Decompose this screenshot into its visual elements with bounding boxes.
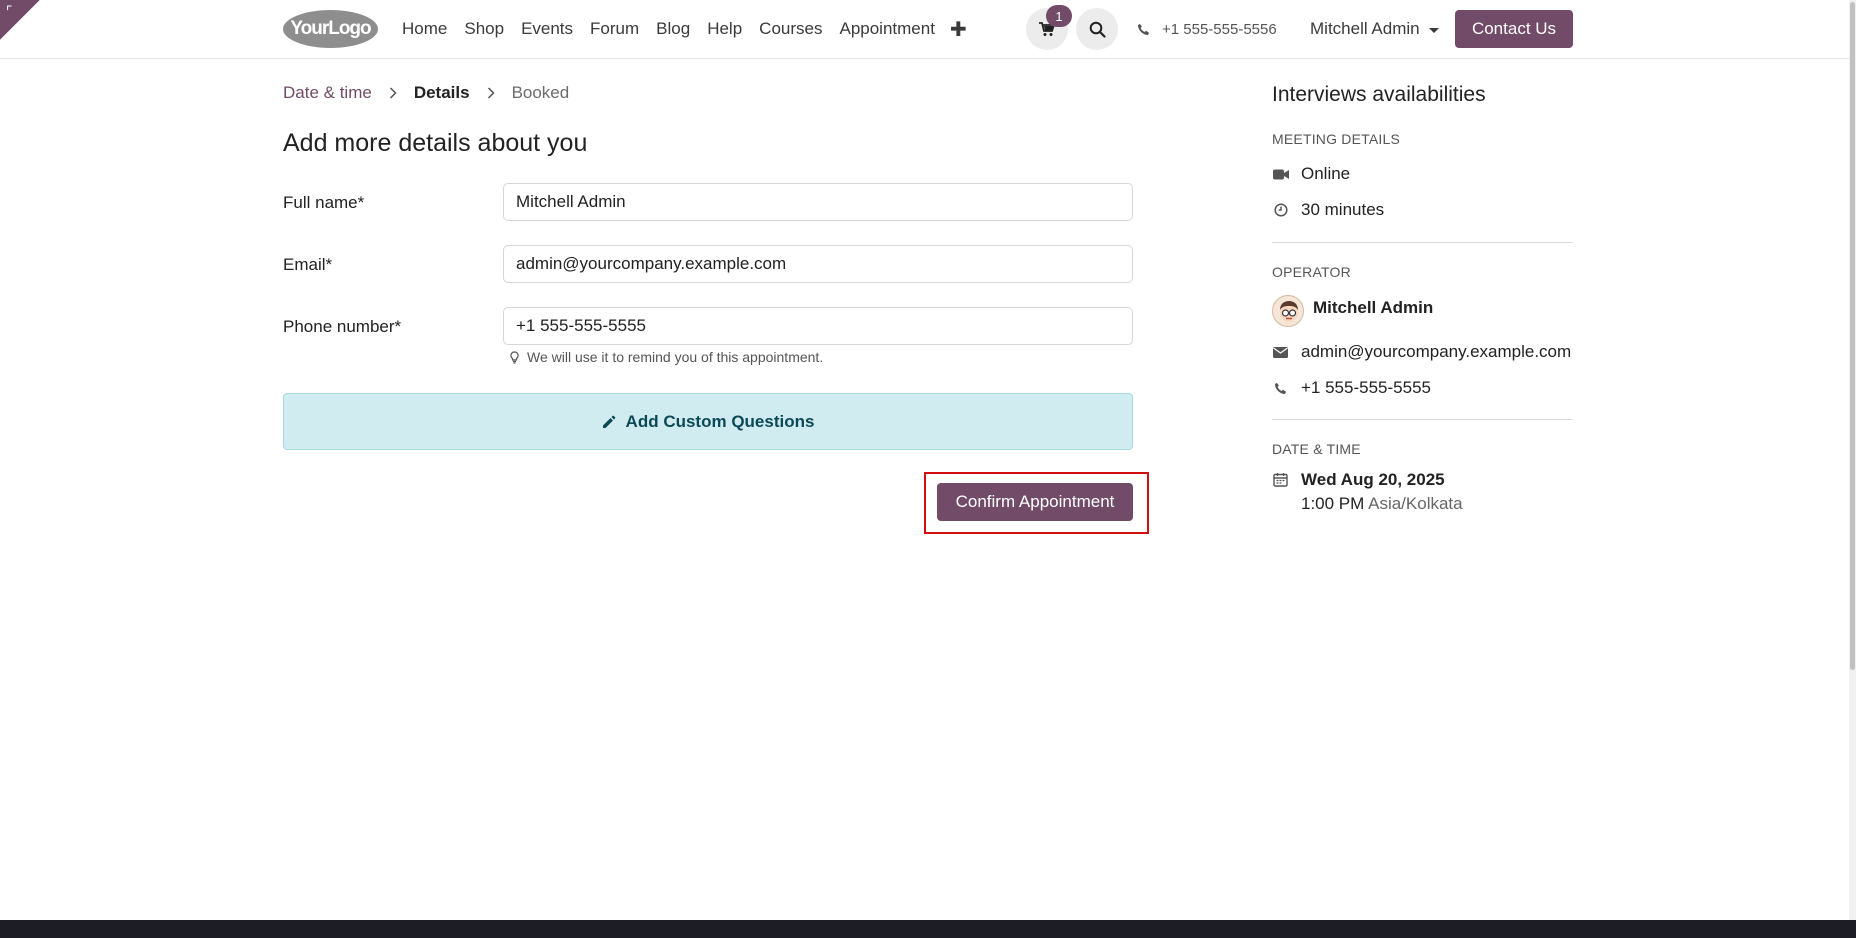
datetime-heading: DATE & TIME xyxy=(1272,441,1361,457)
user-menu-name: Mitchell Admin xyxy=(1310,19,1420,38)
header-phone[interactable]: +1 555-555-5556 xyxy=(1137,0,1277,58)
appointment-timezone: Asia/Kolkata xyxy=(1368,494,1463,513)
operator-name: Mitchell Admin xyxy=(1313,298,1434,317)
lightbulb-icon xyxy=(510,350,519,364)
operator-heading: OPERATOR xyxy=(1272,264,1351,280)
sidebar-divider xyxy=(1272,419,1573,420)
appointment-time: 1:00 PM Asia/Kolkata xyxy=(1301,494,1463,514)
clock-icon xyxy=(1272,203,1289,217)
search-button[interactable] xyxy=(1076,8,1118,50)
pencil-icon xyxy=(602,415,615,428)
meeting-details-heading: MEETING DETAILS xyxy=(1272,131,1400,147)
add-custom-questions-label: Add Custom Questions xyxy=(625,411,815,431)
main-nav: Home Shop Events Forum Blog Help Courses… xyxy=(402,0,967,58)
calendar-icon xyxy=(1272,472,1289,487)
nav-events[interactable]: Events xyxy=(521,19,573,39)
site-logo[interactable]: YourLogo xyxy=(283,10,378,48)
fullname-label: Full name* xyxy=(283,193,365,212)
appointment-time-text: 1:00 PM xyxy=(1301,494,1365,513)
page-footer xyxy=(0,920,1856,938)
phone-hint-text: We will use it to remind you of this app… xyxy=(527,349,824,365)
calendar-icon-wrap xyxy=(1272,472,1301,487)
add-menu-plus-icon[interactable]: ✚ xyxy=(950,17,967,42)
envelope-icon xyxy=(1272,346,1289,358)
header-phone-text: +1 555-555-5556 xyxy=(1162,20,1277,38)
user-menu[interactable]: Mitchell Admin xyxy=(1310,0,1439,58)
scrollbar-thumb[interactable] xyxy=(1850,2,1855,670)
meeting-location-text: Online xyxy=(1301,164,1351,183)
meeting-duration-text: 30 minutes xyxy=(1301,200,1385,219)
fullname-field[interactable] xyxy=(503,183,1133,221)
top-navbar: YourLogo Home Shop Events Forum Blog Hel… xyxy=(0,0,1856,59)
nav-courses[interactable]: Courses xyxy=(759,19,822,39)
sidebar-title: Interviews availabilities xyxy=(1272,83,1486,106)
nav-help[interactable]: Help xyxy=(707,19,742,39)
logo-text: YourLogo xyxy=(290,18,371,39)
page-scrollbar[interactable] xyxy=(1849,0,1856,920)
phone-field[interactable] xyxy=(503,307,1133,345)
edit-corner-icon: ⌜ xyxy=(6,3,13,19)
nav-forum[interactable]: Forum xyxy=(590,19,639,39)
add-custom-questions-button[interactable]: Add Custom Questions xyxy=(283,393,1133,450)
meeting-duration: 30 minutes xyxy=(1272,200,1384,220)
breadcrumb: Date & time Details Booked xyxy=(283,83,569,103)
meeting-location: Online xyxy=(1272,164,1350,184)
nav-shop[interactable]: Shop xyxy=(464,19,504,39)
contact-us-button[interactable]: Contact Us xyxy=(1455,10,1573,48)
search-icon xyxy=(1089,21,1106,38)
breadcrumb-date-time[interactable]: Date & time xyxy=(283,83,372,103)
phone-icon xyxy=(1137,23,1150,35)
nav-blog[interactable]: Blog xyxy=(656,19,690,39)
email-field[interactable] xyxy=(503,245,1133,283)
breadcrumb-details: Details xyxy=(413,83,470,102)
operator-phone[interactable]: +1 555-555-5555 xyxy=(1272,378,1431,398)
operator-email[interactable]: admin@yourcompany.example.com xyxy=(1272,342,1571,362)
operator-phone-text: +1 555-555-5555 xyxy=(1301,378,1431,397)
operator-avatar xyxy=(1272,295,1304,327)
chevron-down-icon xyxy=(1428,27,1439,33)
nav-appointment[interactable]: Appointment xyxy=(839,19,934,39)
phone-label: Phone number* xyxy=(283,317,402,336)
page-title: Add more details about you xyxy=(283,129,588,157)
operator-email-text: admin@yourcompany.example.com xyxy=(1301,342,1572,361)
cart-count-badge: 1 xyxy=(1046,5,1072,27)
nav-home[interactable]: Home xyxy=(402,19,447,39)
chevron-right-icon xyxy=(487,87,495,99)
video-camera-icon xyxy=(1272,169,1289,180)
edit-corner-tab[interactable]: ⌜ xyxy=(0,0,40,40)
phone-hint: We will use it to remind you of this app… xyxy=(510,349,823,365)
confirm-appointment-button[interactable]: Confirm Appointment xyxy=(937,483,1133,521)
breadcrumb-booked: Booked xyxy=(511,83,570,102)
sidebar-divider xyxy=(1272,242,1573,243)
appointment-date: Wed Aug 20, 2025 xyxy=(1301,470,1445,489)
chevron-right-icon xyxy=(389,87,397,99)
phone-icon xyxy=(1272,382,1289,395)
email-label: Email* xyxy=(283,255,333,274)
